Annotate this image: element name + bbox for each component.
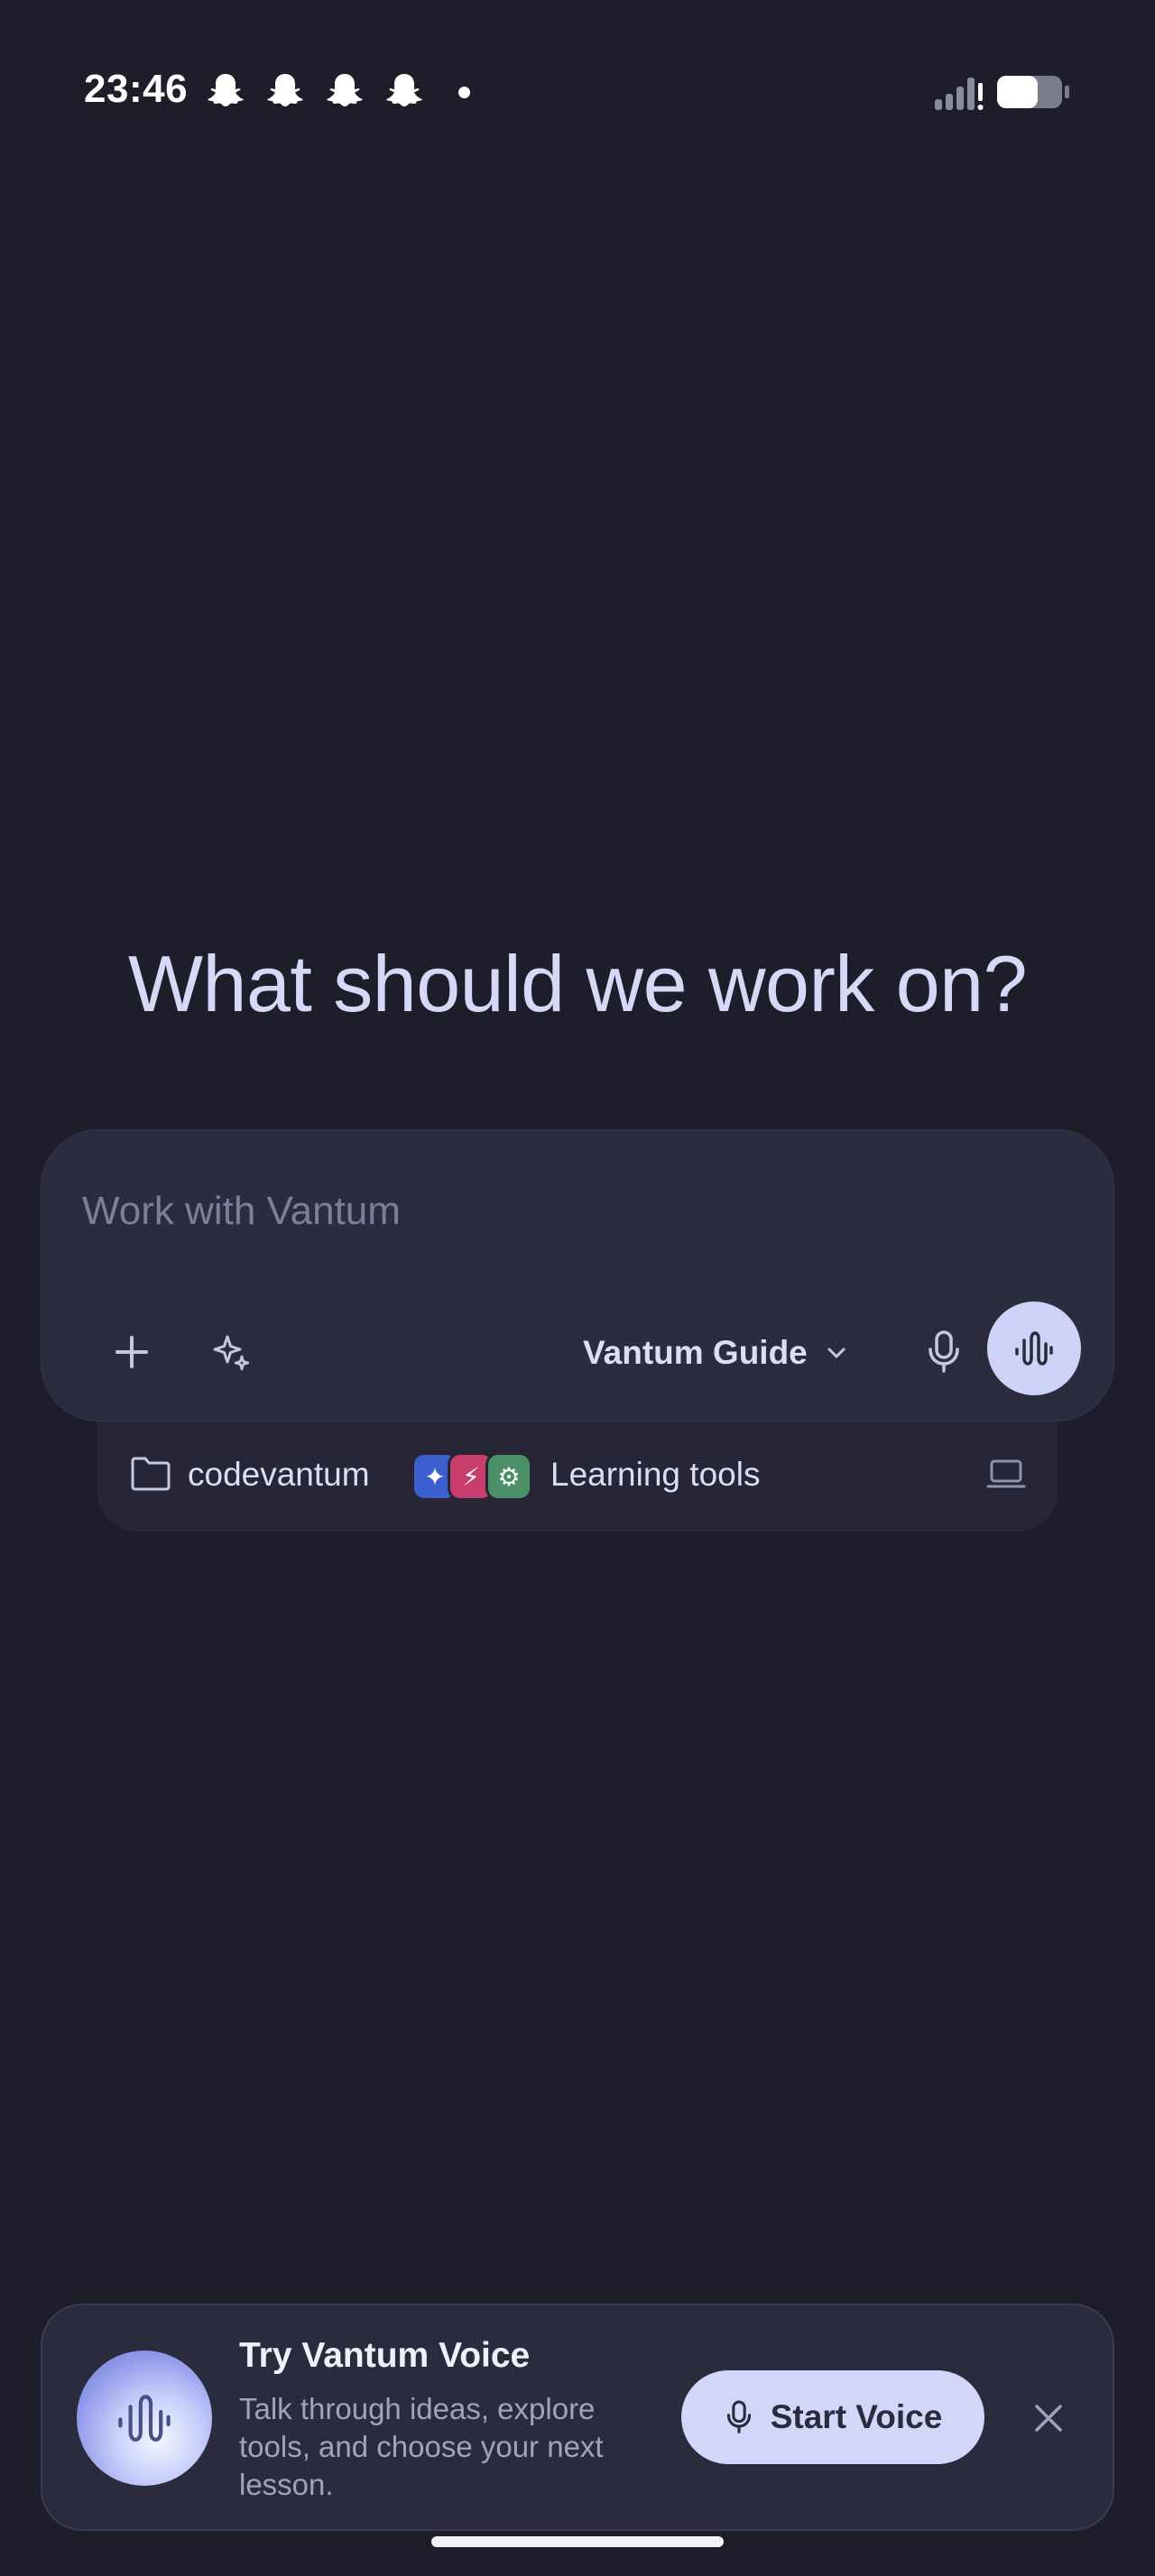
voice-mode-button[interactable]: [987, 1302, 1081, 1395]
close-icon: [1035, 2405, 1062, 2432]
voice-orb-icon: [77, 2351, 212, 2486]
model-name: Vantum Guide: [583, 1334, 808, 1371]
microphone-icon: [929, 1330, 959, 1373]
tools-button[interactable]: [195, 1316, 267, 1388]
home-indicator[interactable]: [431, 2536, 724, 2547]
tool-chip-icon: ⚙: [485, 1452, 532, 1501]
promo-title: Try Vantum Voice: [239, 2336, 531, 2375]
chevron-down-icon: [827, 1348, 845, 1358]
waveform-icon: [1015, 1331, 1053, 1366]
model-selector[interactable]: Vantum Guide: [583, 1321, 849, 1385]
signal-icon: [935, 78, 984, 110]
battery-icon: [997, 76, 1069, 108]
context-bar: codevantum ✦ ⚡ ⚙ Learning tools: [97, 1421, 1058, 1532]
microphone-icon: [726, 2400, 751, 2433]
plus-icon: [116, 1336, 148, 1368]
sparkle-icon: [213, 1335, 250, 1371]
laptop-icon[interactable]: [985, 1456, 1027, 1494]
project-selector[interactable]: codevantum: [188, 1456, 370, 1494]
more-notifications-dot: [458, 87, 470, 98]
status-bar: 23:46: [0, 0, 1155, 189]
status-time: 23:46: [84, 67, 189, 111]
composer: Vantum Guide: [41, 1129, 1114, 1421]
dictation-button[interactable]: [908, 1316, 980, 1388]
add-attachment-button[interactable]: [96, 1316, 168, 1388]
start-voice-button[interactable]: Start Voice: [681, 2370, 984, 2464]
waveform-icon: [118, 2395, 171, 2442]
snapchat-ghost-icon: [206, 70, 245, 110]
tool-chips[interactable]: ✦ ⚡ ⚙: [411, 1452, 538, 1501]
voice-promo-card: Try Vantum Voice Talk through ideas, exp…: [41, 2304, 1114, 2531]
tools-label[interactable]: Learning tools: [550, 1456, 760, 1494]
message-input[interactable]: [82, 1184, 984, 1238]
dismiss-promo-button[interactable]: [1017, 2387, 1080, 2450]
snapchat-ghost-icon: [384, 70, 424, 110]
start-voice-label: Start Voice: [770, 2398, 943, 2435]
page-title: What should we work on?: [127, 939, 1028, 1028]
promo-description: Talk through ideas, explore tools, and c…: [239, 2392, 604, 2501]
snapchat-ghost-icon: [325, 70, 365, 110]
snapchat-ghost-icon: [265, 70, 305, 110]
folder-icon: [131, 1457, 171, 1491]
